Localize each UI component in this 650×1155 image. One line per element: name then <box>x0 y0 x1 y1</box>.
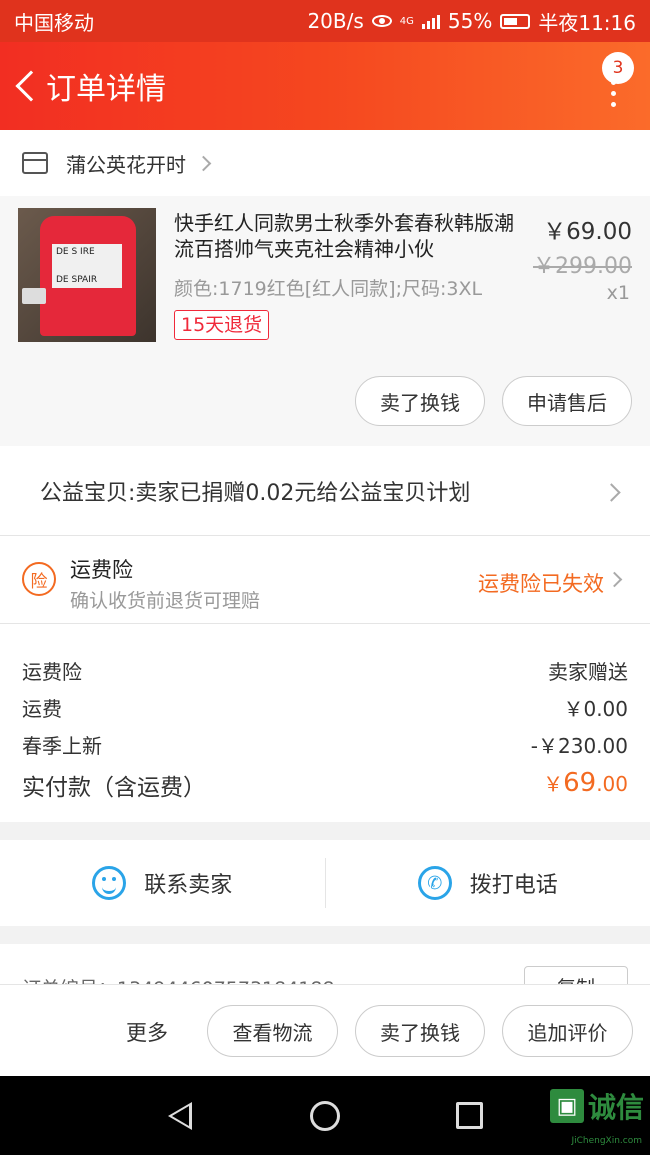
insurance-subtitle: 确认收货前退货可理赔 <box>70 590 261 612</box>
watermark: ▣ 诚信 <box>549 1086 644 1126</box>
order-number: 订单编号：1349446075731841​88 <box>22 974 335 984</box>
status-bar: 中国移动 20B/s 4G 55% 半夜11:16 <box>0 0 650 42</box>
shipping-insurance-row[interactable]: 险 运费险 确认收货前退货可理赔 运费险已失效 <box>0 536 650 624</box>
notification-badge: 3 <box>602 52 634 84</box>
sell-item-button[interactable]: 卖了换钱 <box>355 1005 485 1057</box>
store-icon <box>22 152 48 174</box>
camera-prop <box>22 288 46 304</box>
fee-row: 春季上新 -￥230.00 <box>22 734 628 758</box>
more-button[interactable]: 更多 <box>126 1017 168 1047</box>
jacket-print: DE S IRE DE SPAIR <box>52 244 122 288</box>
insurance-icon: 险 <box>22 562 56 596</box>
fee-row: 运费险 卖家赠送 <box>22 660 628 684</box>
product-title[interactable]: 快手红人同款男士秋季外套春秋韩版潮流百搭帅气夹克社会精神小伙 <box>174 210 526 262</box>
back-button[interactable] <box>6 42 47 130</box>
network-type: 4G <box>399 15 414 27</box>
battery-icon <box>500 13 531 29</box>
insurance-status: 运费险已失效 <box>478 572 604 596</box>
fee-summary: 运费险 卖家赠送 运费 ￥0.00 春季上新 -￥230.00 实付款（含运费）… <box>0 624 650 822</box>
watermark-logo-icon: ▣ <box>549 1089 584 1123</box>
eye-icon <box>371 15 392 27</box>
chevron-right-icon <box>606 571 623 588</box>
after-sale-button[interactable]: 申请售后 <box>502 376 632 426</box>
page-title: 订单详情 <box>46 72 166 107</box>
chevron-right-icon <box>195 155 212 171</box>
shop-row[interactable]: 蒲公英花开时 <box>0 130 650 196</box>
net-speed: 20B/s <box>307 9 364 33</box>
carrier-name: 中国移动 <box>14 10 94 35</box>
contact-bar: 联系卖家 ✆ 拨打电话 <box>0 840 650 926</box>
total-amount: ￥69.00 <box>543 768 628 798</box>
contact-seller-button[interactable]: 联系卖家 <box>0 840 325 926</box>
signal-icon <box>421 13 440 29</box>
call-seller-button[interactable]: ✆ 拨打电话 <box>326 840 650 926</box>
view-logistics-button[interactable]: 查看物流 <box>207 1005 338 1057</box>
chat-icon <box>92 866 127 900</box>
product-thumbnail[interactable]: DE S IRE DE SPAIR <box>18 208 156 342</box>
nav-back-icon[interactable] <box>168 1102 192 1130</box>
watermark-url: JiChengXin.com <box>571 1136 642 1146</box>
return-policy-tag: 15天退货 <box>174 310 270 340</box>
chevron-right-icon <box>602 483 621 502</box>
order-item: DE S IRE DE SPAIR 快手红人同款男士秋季外套春秋韩版潮流百搭帅气… <box>0 196 650 446</box>
total-paid-row: 实付款（含运费） ￥69.00 <box>22 768 628 802</box>
nav-recents-icon[interactable] <box>456 1102 483 1129</box>
charity-row[interactable]: 公益宝贝:卖家已捐赠0.02元给公益宝贝计划 <box>0 446 650 536</box>
system-nav-bar: ▣ 诚信 JiChengXin.com <box>0 1076 650 1155</box>
order-number-row: 订单编号：1349446075731841​88 复制 <box>0 944 650 984</box>
header-bar: 订单详情 3 <box>0 42 650 130</box>
insurance-title: 运费险 <box>70 558 133 582</box>
product-spec: 颜色:1719红色[红人同款];尺码:3XL <box>174 278 483 300</box>
copy-button[interactable]: 复制 <box>524 966 628 984</box>
back-arrow-icon <box>15 70 47 102</box>
charity-text: 公益宝贝:卖家已捐赠0.02元给公益宝贝计划 <box>40 481 471 506</box>
add-review-button[interactable]: 追加评价 <box>502 1005 633 1057</box>
phone-icon: ✆ <box>417 866 452 900</box>
nav-home-icon[interactable] <box>310 1101 340 1131</box>
battery-percent: 55% <box>447 9 493 33</box>
fee-row: 运费 ￥0.00 <box>22 697 628 721</box>
product-price: ￥69.00 <box>543 219 632 245</box>
clock: 半夜11:16 <box>538 10 636 35</box>
bottom-action-bar: 更多 查看物流 卖了换钱 追加评价 <box>0 984 650 1076</box>
original-price: ￥299.00 <box>533 254 632 279</box>
total-label: 实付款（含运费） <box>22 775 206 801</box>
product-quantity: x1 <box>606 282 630 304</box>
sell-item-button[interactable]: 卖了换钱 <box>355 376 485 426</box>
shop-name: 蒲公英花开时 <box>66 152 186 177</box>
more-menu-icon[interactable] <box>611 80 616 107</box>
